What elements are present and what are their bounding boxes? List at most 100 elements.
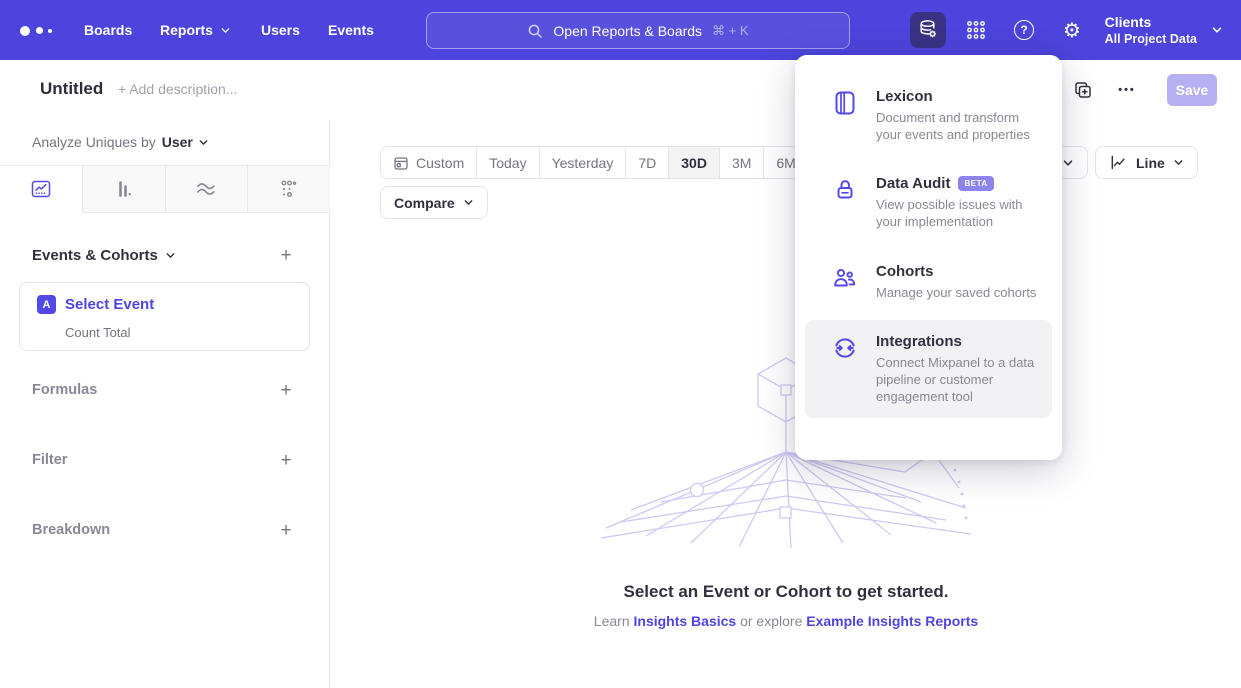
integrations-sync-icon — [831, 334, 859, 362]
menu-item-description: Connect Mixpanel to a data pipeline or c… — [876, 354, 1038, 405]
query-builder-sidebar: Analyze Uniques by User — [0, 120, 330, 688]
date-range-label: 30D — [681, 155, 707, 171]
nav-item-users[interactable]: Users — [261, 0, 300, 60]
report-title[interactable]: Untitled — [40, 79, 103, 99]
chevron-down-icon — [463, 197, 474, 208]
chevron-down-icon — [1062, 157, 1074, 169]
cohorts-people-icon — [831, 264, 859, 292]
tab-line-chart[interactable] — [0, 166, 82, 213]
top-navbar: Boards Reports Users Events Open Reports… — [0, 0, 1241, 60]
add-formula-button[interactable]: + — [276, 381, 296, 401]
compare-dropdown[interactable]: Compare — [380, 186, 488, 219]
menu-item-integrations[interactable]: Integrations Connect Mixpanel to a data … — [805, 320, 1052, 418]
line-chart-icon — [1109, 153, 1128, 172]
duplicate-report-button[interactable] — [1071, 78, 1095, 102]
apps-grid-button[interactable] — [958, 12, 994, 48]
count-type-dropdown[interactable]: Count Total — [65, 325, 131, 340]
search-shortcut-hint: ⌘ + K — [712, 23, 749, 39]
event-series-badge: A — [37, 295, 56, 314]
date-range-label: Today — [489, 155, 526, 171]
empty-state-title: Select an Event or Cohort to get started… — [331, 582, 1241, 602]
database-gear-icon — [916, 18, 940, 42]
menu-item-description: Manage your saved cohorts — [876, 284, 1036, 301]
empty-state-links: Learn Insights Basics or explore Example… — [331, 613, 1241, 629]
gear-icon: ⚙ — [1063, 20, 1081, 40]
menu-item-data-audit[interactable]: Data Audit BETA View possible issues wit… — [805, 162, 1052, 243]
search-icon — [527, 23, 543, 39]
menu-item-description: View possible issues with your implement… — [876, 196, 1038, 230]
events-cohorts-label: Events & Cohorts — [32, 247, 158, 264]
tab-flow-chart[interactable] — [165, 166, 248, 212]
calendar-icon — [393, 155, 409, 171]
help-button[interactable]: ? — [1006, 12, 1042, 48]
search-placeholder: Open Reports & Boards — [553, 23, 702, 39]
formulas-label: Formulas — [32, 382, 97, 398]
date-range-30d[interactable]: 30D — [668, 147, 719, 178]
analyze-by-dropdown[interactable]: User — [162, 134, 209, 150]
menu-item-title: Data Audit — [876, 175, 950, 192]
nav-item-label: Users — [261, 22, 300, 38]
insights-basics-link[interactable]: Insights Basics — [634, 613, 737, 629]
select-event-button[interactable]: Select Event — [65, 296, 154, 313]
menu-item-title: Integrations — [876, 333, 962, 350]
chevron-down-icon — [220, 25, 231, 36]
mixpanel-logo-icon[interactable] — [20, 22, 64, 38]
add-event-button[interactable]: + — [276, 246, 296, 266]
audit-lock-icon — [831, 176, 859, 204]
events-cohorts-header[interactable]: Events & Cohorts — [32, 247, 176, 264]
date-range-custom[interactable]: Custom — [381, 147, 476, 178]
nav-item-reports[interactable]: Reports — [160, 0, 231, 60]
date-range-7d[interactable]: 7D — [625, 147, 668, 178]
menu-item-title: Lexicon — [876, 88, 933, 105]
nav-item-label: Boards — [84, 22, 132, 38]
date-range-3m[interactable]: 3M — [719, 147, 763, 178]
date-range-today[interactable]: Today — [476, 147, 538, 178]
ellipsis-icon: ••• — [1118, 84, 1136, 96]
org-name: Clients — [1105, 14, 1197, 30]
add-breakdown-button[interactable]: + — [276, 521, 296, 541]
more-options-button[interactable]: ••• — [1115, 78, 1139, 102]
flow-icon — [194, 177, 218, 201]
or-explore-text: or explore — [740, 613, 802, 629]
chart-area: Custom Today Yesterday 7D 30D 3M 6M Comp… — [331, 120, 1241, 688]
scatter-icon — [277, 177, 301, 201]
menu-item-cohorts[interactable]: Cohorts Manage your saved cohorts — [805, 250, 1052, 314]
menu-item-description: Document and transform your events and p… — [876, 109, 1038, 143]
settings-button[interactable]: ⚙ — [1054, 12, 1090, 48]
date-range-label: Yesterday — [552, 155, 614, 171]
help-glyph: ? — [1020, 23, 1027, 37]
duplicate-icon — [1073, 80, 1093, 100]
event-card[interactable]: A Select Event Count Total — [19, 282, 310, 351]
global-search-input[interactable]: Open Reports & Boards ⌘ + K — [426, 12, 850, 49]
filter-label: Filter — [32, 452, 67, 468]
add-description-field[interactable]: + Add description... — [118, 81, 237, 97]
chevron-down-icon — [1173, 157, 1184, 168]
data-management-button[interactable] — [910, 12, 946, 48]
tab-scatter-chart[interactable] — [247, 166, 330, 212]
tab-bar-chart[interactable] — [82, 166, 165, 212]
project-switcher[interactable]: Clients All Project Data — [1105, 0, 1223, 60]
nav-item-label: Events — [328, 22, 374, 38]
add-filter-button[interactable]: + — [276, 451, 296, 471]
nav-item-boards[interactable]: Boards — [84, 0, 132, 60]
example-reports-link[interactable]: Example Insights Reports — [806, 613, 978, 629]
date-range-picker: Custom Today Yesterday 7D 30D 3M 6M — [380, 146, 809, 179]
date-range-yesterday[interactable]: Yesterday — [539, 147, 626, 178]
analyze-value: User — [162, 134, 193, 150]
book-icon — [831, 89, 859, 117]
chevron-down-icon — [1211, 24, 1223, 36]
chevron-down-icon — [198, 137, 209, 148]
learn-prefix: Learn — [594, 613, 630, 629]
chart-type-tabs — [0, 165, 330, 213]
analyze-label: Analyze Uniques by — [32, 134, 156, 150]
menu-item-title: Cohorts — [876, 263, 934, 280]
nav-item-events[interactable]: Events — [328, 0, 374, 60]
project-name: All Project Data — [1105, 32, 1197, 46]
date-range-label: 6M — [776, 155, 795, 171]
data-management-menu: Lexicon Document and transform your even… — [795, 55, 1062, 460]
grid-icon — [964, 18, 988, 42]
menu-item-lexicon[interactable]: Lexicon Document and transform your even… — [805, 75, 1052, 156]
line-chart-icon — [29, 177, 53, 201]
save-button[interactable]: Save — [1167, 74, 1217, 106]
chart-type-dropdown[interactable]: Line — [1095, 146, 1198, 179]
